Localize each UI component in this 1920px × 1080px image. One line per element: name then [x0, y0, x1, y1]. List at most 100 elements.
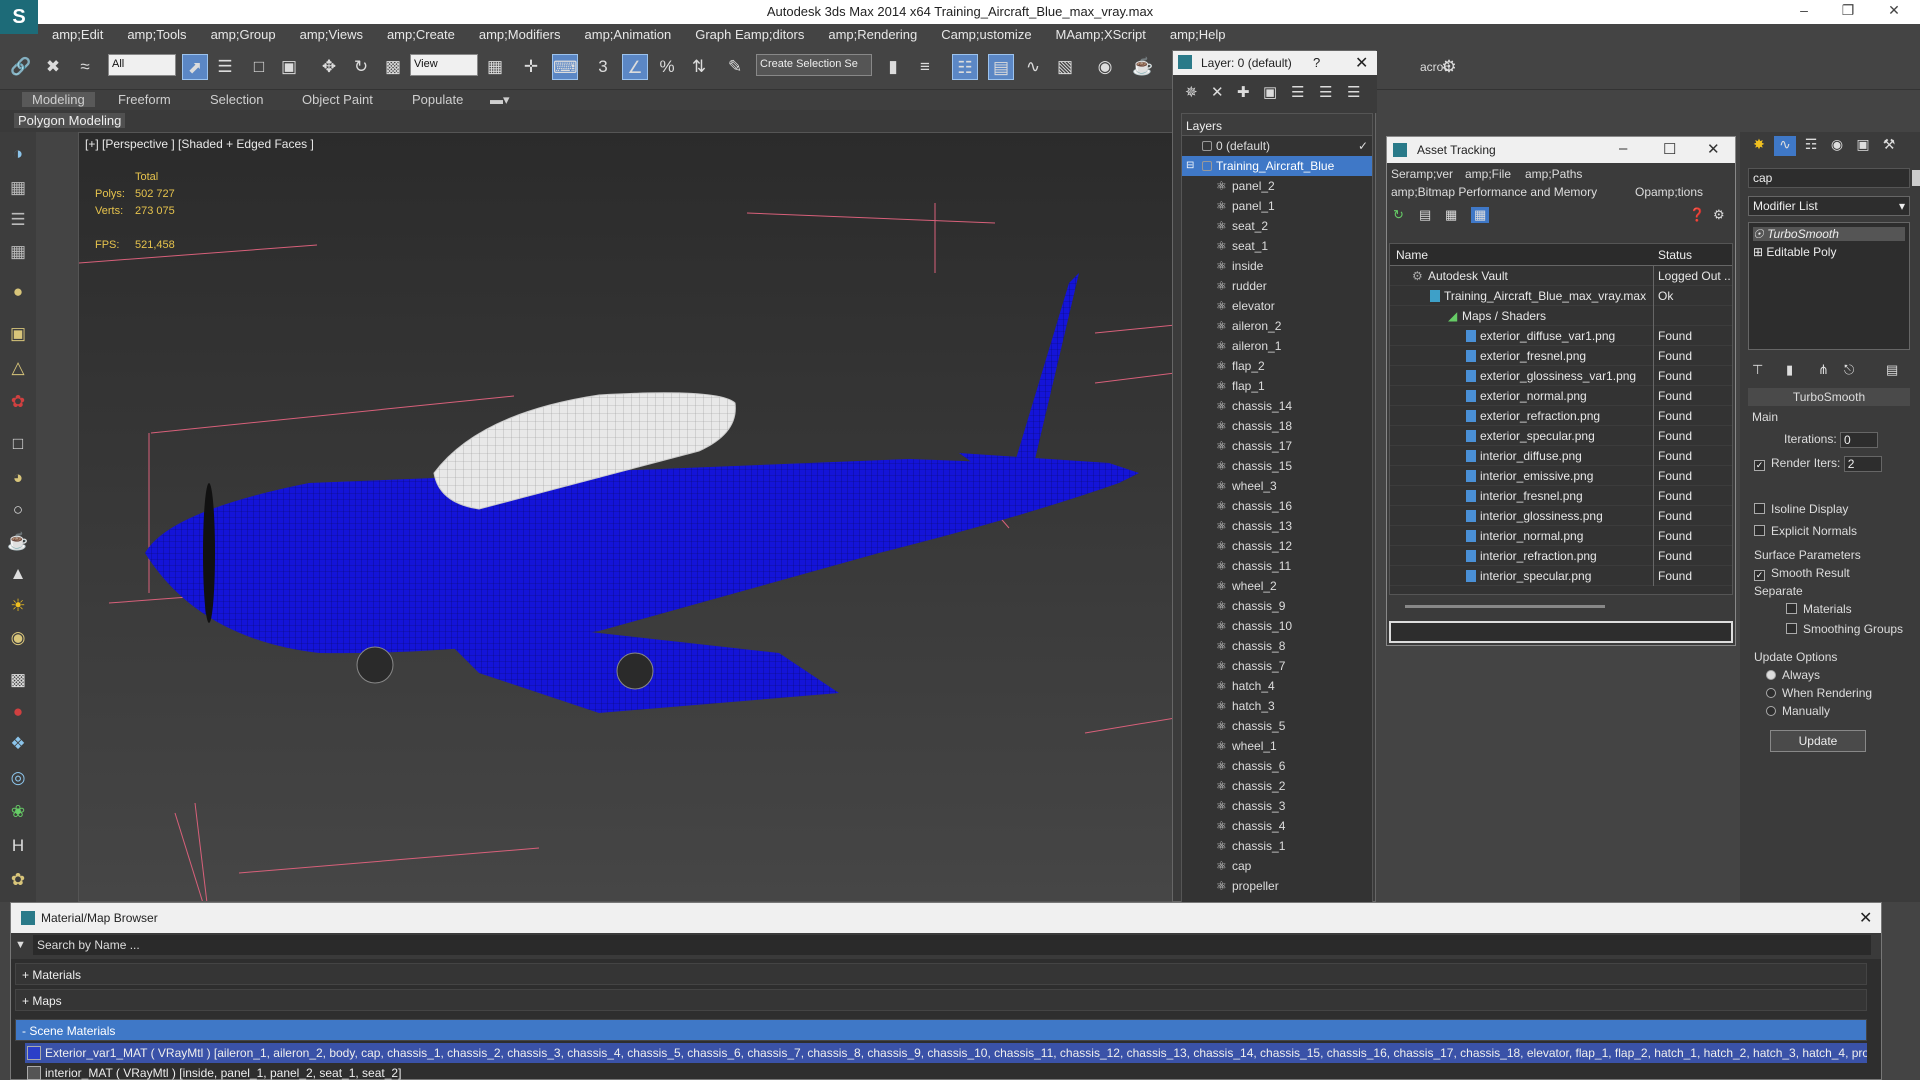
- asset-menu-server[interactable]: Seramp;ver: [1391, 167, 1453, 181]
- hide-all-icon[interactable]: ☰: [1319, 83, 1332, 101]
- configure-sets-icon[interactable]: ▤: [1886, 362, 1898, 378]
- menu-animation[interactable]: amp;Animation: [571, 24, 682, 46]
- asset-row[interactable]: interior_diffuse.png Found: [1390, 446, 1732, 466]
- create-tab-icon[interactable]: ✸: [1748, 136, 1770, 156]
- object-row[interactable]: ⚛ chassis_2: [1182, 776, 1372, 796]
- schematic-view-icon[interactable]: ▧: [1052, 54, 1078, 80]
- list-icon[interactable]: ☰: [6, 208, 30, 232]
- object-row[interactable]: ⚛ panel_1: [1182, 196, 1372, 216]
- asset-settings-icon[interactable]: ⚙: [1713, 207, 1725, 223]
- object-row[interactable]: ⚛ hatch_3: [1182, 696, 1372, 716]
- grid-icon[interactable]: ▦: [6, 240, 30, 264]
- menu-customize[interactable]: Camp;ustomize: [927, 24, 1041, 46]
- spinner-snap-icon[interactable]: ⇅: [686, 54, 712, 80]
- globe-icon[interactable]: ◎: [6, 766, 30, 790]
- select-object-icon[interactable]: ⬈: [182, 54, 208, 80]
- shell-icon[interactable]: ✿: [6, 868, 30, 892]
- move-icon[interactable]: ✥: [316, 54, 342, 80]
- asset-menu-bitmap[interactable]: amp;Bitmap Performance and Memory: [1391, 185, 1597, 199]
- asset-row[interactable]: ◢ Maps / Shaders: [1390, 306, 1732, 326]
- object-row[interactable]: ⚛ chassis_10: [1182, 616, 1372, 636]
- layer-settings-icon[interactable]: ✵: [1185, 83, 1198, 101]
- polygon-modeling-panel[interactable]: Polygon Modeling: [14, 113, 126, 128]
- material-editor-icon[interactable]: ◉: [1092, 54, 1118, 80]
- torus-icon[interactable]: ◉: [6, 626, 30, 650]
- object-row[interactable]: ⚛ chassis_18: [1182, 416, 1372, 436]
- menu-edit[interactable]: amp;Edit: [38, 24, 113, 46]
- object-row[interactable]: ⚛ propeller: [1182, 876, 1372, 896]
- highlight-layer-icon[interactable]: ☰: [1291, 83, 1304, 101]
- help-icon[interactable]: ?: [1313, 55, 1320, 70]
- render-icon[interactable]: ⚙: [1436, 54, 1462, 80]
- modify-tab-icon[interactable]: ∿: [1774, 136, 1796, 156]
- smoothing-groups-checkbox[interactable]: [1786, 623, 1797, 634]
- angle-snap-icon[interactable]: ∠: [622, 54, 648, 80]
- asset-menu-file[interactable]: amp;File: [1465, 167, 1511, 181]
- tab-modeling[interactable]: Modeling: [22, 92, 95, 107]
- teapot-icon[interactable]: ☕: [6, 530, 30, 554]
- curve-editor-icon[interactable]: ∿: [1020, 54, 1046, 80]
- object-row[interactable]: ⚛ chassis_14: [1182, 396, 1372, 416]
- reference-coord-dropdown[interactable]: View: [410, 54, 478, 76]
- material-row-exterior[interactable]: Exterior_var1_MAT ( VRayMtl ) [aileron_1…: [25, 1043, 1867, 1063]
- asset-row[interactable]: interior_fresnel.png Found: [1390, 486, 1732, 506]
- cone-icon[interactable]: ▲: [6, 562, 30, 586]
- menu-views[interactable]: amp;Views: [286, 24, 373, 46]
- create-layer-icon[interactable]: ✚: [1237, 83, 1250, 101]
- object-row[interactable]: ⚛ flap_2: [1182, 356, 1372, 376]
- render-iters-checkbox[interactable]: ✓: [1754, 460, 1765, 472]
- asset-maximize-icon[interactable]: ☐: [1663, 140, 1676, 158]
- minimize-button[interactable]: –: [1784, 2, 1824, 22]
- isoline-checkbox[interactable]: [1754, 503, 1765, 514]
- scene-explorer-icon[interactable]: ▦: [6, 176, 30, 200]
- object-row[interactable]: ⚛ cap: [1182, 856, 1372, 876]
- hierarchy-tab-icon[interactable]: ☶: [1800, 136, 1822, 156]
- refresh-icon[interactable]: ↻: [1393, 207, 1404, 223]
- menu-graph-editors[interactable]: Graph Eamp;ditors: [681, 24, 814, 46]
- remove-modifier-icon[interactable]: ⎋: [1844, 362, 1854, 378]
- plant-icon[interactable]: ❀: [6, 800, 30, 824]
- list-view-icon[interactable]: ▤: [1419, 207, 1431, 223]
- asset-row[interactable]: exterior_normal.png Found: [1390, 386, 1732, 406]
- object-row[interactable]: ⚛ chassis_1: [1182, 836, 1372, 856]
- make-unique-icon[interactable]: ⋔: [1818, 362, 1829, 378]
- object-row[interactable]: ⚛ chassis_6: [1182, 756, 1372, 776]
- iterations-spinner[interactable]: 0: [1840, 432, 1879, 448]
- material-browser-titlebar[interactable]: Material/Map Browser ✕: [11, 903, 1881, 933]
- plane-icon[interactable]: ▩: [6, 668, 30, 692]
- asset-row[interactable]: exterior_refraction.png Found: [1390, 406, 1732, 426]
- layer-row-training-aircraft[interactable]: ⊟ Training_Aircraft_Blue: [1182, 156, 1372, 176]
- stack-item-editable-poly[interactable]: ⊞ Editable Poly: [1753, 245, 1836, 259]
- mirror-icon[interactable]: ▮: [880, 54, 906, 80]
- menu-tools[interactable]: amp;Tools: [113, 24, 196, 46]
- object-row[interactable]: ⚛ chassis_13: [1182, 516, 1372, 536]
- object-row[interactable]: ⚛ seat_1: [1182, 236, 1372, 256]
- object-row[interactable]: ⚛ chassis_5: [1182, 716, 1372, 736]
- object-row[interactable]: ⚛ rudder: [1182, 276, 1372, 296]
- asset-tracking-titlebar[interactable]: Asset Tracking – ☐ ✕: [1387, 137, 1735, 163]
- freeze-all-icon[interactable]: ☰: [1347, 83, 1360, 101]
- layer-window-titlebar[interactable]: Layer: 0 (default) ? ✕: [1173, 51, 1377, 75]
- asset-row[interactable]: exterior_diffuse_var1.png Found: [1390, 326, 1732, 346]
- manually-radio[interactable]: [1766, 706, 1776, 716]
- modifier-list-dropdown[interactable]: Modifier List ▾: [1748, 196, 1910, 216]
- menu-maxscript[interactable]: MAamp;XScript: [1042, 24, 1156, 46]
- object-row[interactable]: ⚛ chassis_12: [1182, 536, 1372, 556]
- object-row[interactable]: ⚛ wheel_1: [1182, 736, 1372, 756]
- mesh-icon[interactable]: ❖: [6, 732, 30, 756]
- keyboard-shortcut-toggle-icon[interactable]: ⌨: [552, 54, 578, 80]
- select-manipulate-icon[interactable]: ✛: [518, 54, 544, 80]
- col-status[interactable]: Status: [1658, 248, 1692, 262]
- asset-row[interactable]: interior_normal.png Found: [1390, 526, 1732, 546]
- object-row[interactable]: ⚛ chassis_9: [1182, 596, 1372, 616]
- object-row[interactable]: ⚛ chassis_7: [1182, 656, 1372, 676]
- asset-close-icon[interactable]: ✕: [1707, 140, 1720, 158]
- asset-row[interactable]: ⚙ Autodesk Vault Logged Out ..: [1390, 266, 1732, 286]
- asset-path-field[interactable]: [1389, 621, 1733, 643]
- object-row[interactable]: ⚛ elevator: [1182, 296, 1372, 316]
- named-selection-dropdown[interactable]: Create Selection Se: [756, 54, 872, 76]
- pin-stack-icon[interactable]: ⊤: [1752, 362, 1763, 378]
- box-icon[interactable]: □: [6, 432, 30, 456]
- object-color-swatch[interactable]: [1912, 170, 1920, 186]
- explicit-normals-checkbox[interactable]: [1754, 525, 1765, 536]
